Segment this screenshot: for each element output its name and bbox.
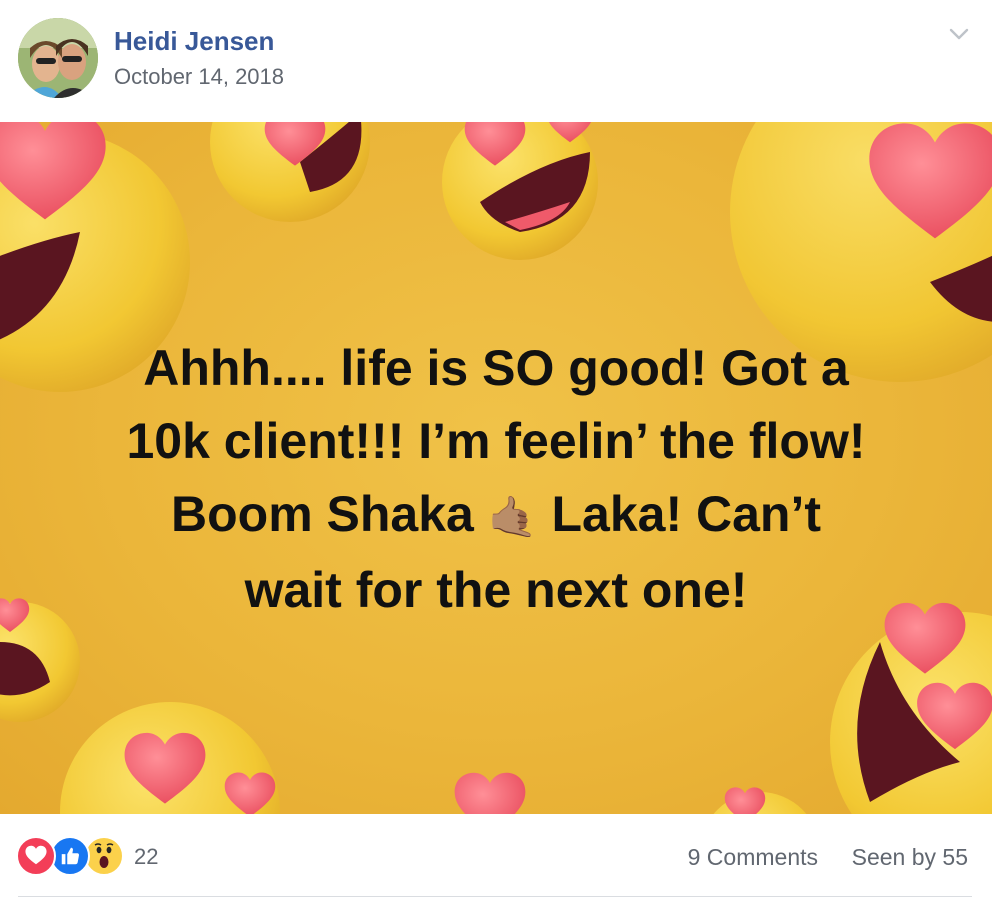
seen-by-count[interactable]: Seen by 55 bbox=[852, 844, 968, 871]
avatar-photo bbox=[18, 18, 98, 98]
like-reaction-icon[interactable] bbox=[50, 836, 90, 876]
love-reaction-icon[interactable] bbox=[16, 836, 56, 876]
post-text: Ahhh.... life is SO good! Got a 10k clie… bbox=[40, 332, 952, 627]
post-text-line: 10k client!!! I’m feelin’ the flow! bbox=[126, 413, 866, 469]
reaction-count[interactable]: 22 bbox=[134, 844, 158, 870]
post-text-line: wait for the next one! bbox=[244, 562, 748, 619]
post-text-line: Boom Shaka 🤙🏽 Laka! Can’t bbox=[40, 478, 952, 554]
post-background-image[interactable]: Ahhh.... life is SO good! Got a 10k clie… bbox=[0, 122, 992, 814]
post-header: Heidi Jensen October 14, 2018 bbox=[0, 0, 992, 122]
post-text-line: Ahhh.... life is SO good! Got a bbox=[143, 340, 849, 396]
post-text-fragment: Laka! Can’t bbox=[551, 486, 821, 542]
chevron-down-icon[interactable] bbox=[947, 22, 971, 46]
post-date[interactable]: October 14, 2018 bbox=[114, 64, 284, 90]
comments-count-link[interactable]: 9 Comments bbox=[688, 844, 818, 871]
wow-reaction-icon[interactable] bbox=[84, 836, 124, 876]
post-footer: 22 9 Comments Seen by 55 bbox=[0, 814, 992, 900]
shaka-emoji-icon: 🤙🏽 bbox=[487, 495, 538, 540]
avatar[interactable] bbox=[18, 18, 98, 98]
divider bbox=[18, 896, 972, 897]
author-name[interactable]: Heidi Jensen bbox=[114, 26, 274, 57]
post-text-fragment: Boom Shaka bbox=[171, 486, 474, 542]
